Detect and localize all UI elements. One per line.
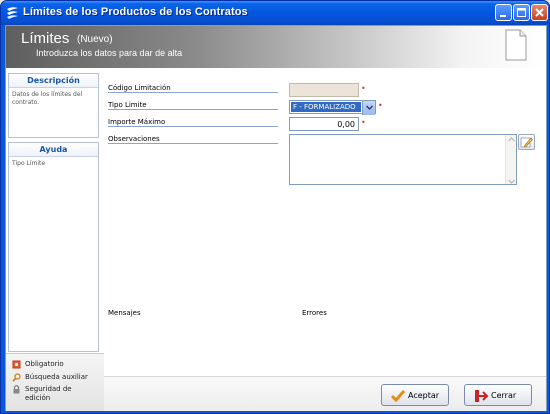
tipo-limite-select[interactable]: F - FORMALIZADO (289, 100, 376, 115)
form-header: Límites (Nuevo) Introduzca los datos par… (6, 26, 546, 68)
tipo-limite-label: Tipo Limite (108, 101, 147, 109)
minimize-button[interactable] (495, 4, 512, 21)
observaciones-underline (108, 143, 278, 144)
required-marker: • (378, 101, 383, 110)
accept-button[interactable]: Aceptar (381, 384, 449, 406)
record-status: (Nuevo) (77, 34, 113, 45)
minimize-icon (500, 15, 506, 17)
maximize-icon (517, 8, 526, 17)
lock-icon (13, 385, 20, 394)
tipo-limite-dropdown-button[interactable] (362, 101, 375, 115)
checkmark-icon (390, 390, 406, 403)
close-icon (535, 8, 544, 17)
importe-maximo-underline (108, 126, 278, 127)
application-window: Límites de los Productos de los Contrato… (0, 0, 550, 414)
maximize-button[interactable] (513, 4, 530, 21)
legend: Obligatorio Búsqueda auxiliar Seguridad … (6, 353, 104, 411)
close-window-button[interactable] (531, 4, 548, 21)
codigo-limitacion-label: Código Limitación (108, 84, 171, 92)
cancel-button[interactable]: Cerrar (464, 384, 532, 406)
tipo-limite-value: F - FORMALIZADO (291, 102, 361, 112)
client-area: Límites (Nuevo) Introduzca los datos par… (5, 25, 547, 411)
description-panel: Descripción Datos de los límites del con… (8, 73, 99, 138)
description-heading: Descripción (9, 74, 98, 88)
help-text: Tipo Límite (12, 160, 46, 167)
document-icon (505, 29, 527, 61)
observaciones-scrollbar[interactable] (505, 135, 516, 184)
app-icon (7, 7, 18, 19)
required-marker: • (361, 84, 366, 93)
action-bar: Aceptar Cerrar (104, 376, 546, 411)
observaciones-label: Observaciones (108, 135, 160, 143)
required-marker: • (361, 118, 366, 127)
errores-label: Errores (302, 309, 327, 317)
cancel-label: Cerrar (491, 391, 517, 400)
codigo-limitacion-underline (108, 92, 278, 93)
page-title: Límites (21, 30, 70, 47)
importe-maximo-value: 0,00 (337, 120, 355, 129)
pencil-icon (520, 137, 533, 148)
observaciones-textarea[interactable] (289, 134, 517, 185)
title-bar[interactable]: Límites de los Productos de los Contrato… (1, 1, 549, 25)
accept-label: Aceptar (408, 391, 440, 400)
importe-maximo-label: Importe Máximo (108, 118, 166, 126)
edit-observaciones-button[interactable] (518, 134, 535, 150)
tipo-limite-underline (108, 109, 278, 110)
help-heading: Ayuda (9, 143, 98, 157)
description-text: Datos de los límites del contrato. (12, 91, 83, 106)
importe-maximo-input[interactable]: 0,00 (289, 117, 359, 131)
chevron-down-icon (365, 105, 374, 111)
scroll-arrows-icon (508, 137, 515, 184)
help-panel: Ayuda Tipo Límite (8, 142, 99, 352)
mensajes-label: Mensajes (108, 309, 141, 317)
required-icon (12, 360, 21, 369)
magnifier-icon (12, 373, 21, 382)
exit-icon (475, 390, 489, 402)
codigo-limitacion-field[interactable] (289, 83, 359, 97)
page-description: Introduzca los datos para dar de alta (36, 48, 183, 58)
window-title: Límites de los Productos de los Contrato… (23, 6, 248, 18)
